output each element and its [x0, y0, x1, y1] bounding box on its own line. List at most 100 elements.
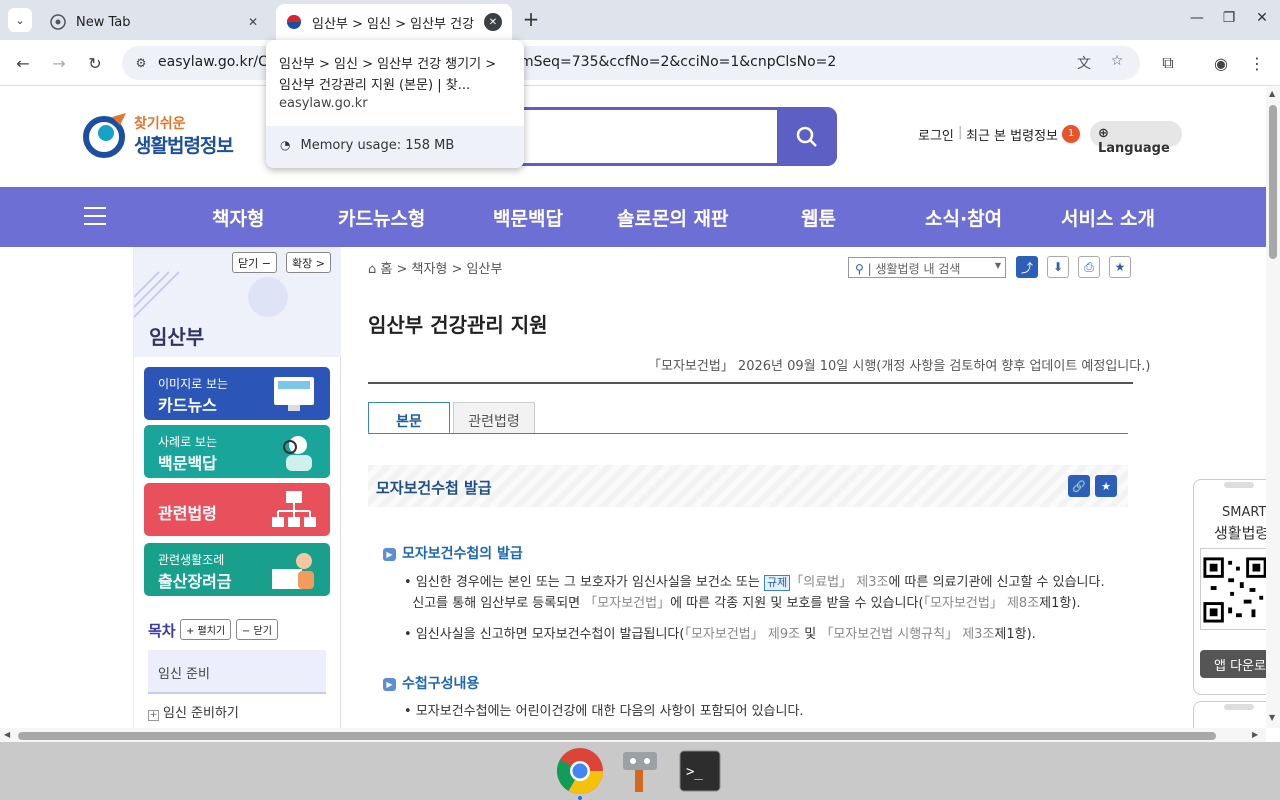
- regulation-tag[interactable]: 규제: [763, 575, 791, 591]
- menu-kebab-icon[interactable]: ⋮: [1244, 50, 1270, 76]
- bullet-arrow-icon: ▶: [383, 678, 396, 691]
- minimize-icon[interactable]: —: [1185, 10, 1209, 26]
- logo-subtitle: 찾기쉬운: [134, 116, 186, 132]
- card-cardnews[interactable]: 이미지로 보는 카드뉴스: [144, 367, 330, 420]
- tab-new-tab[interactable]: New Tab ✕: [40, 4, 272, 40]
- site-logo[interactable]: 찾기쉬운 생활법령정보: [82, 109, 242, 161]
- back-icon[interactable]: ←: [10, 50, 36, 76]
- smart-app-panel: SMART 생활법령 앱 다운로드: [1193, 479, 1266, 695]
- globe-icon: ⊕: [1098, 126, 1109, 141]
- translate-icon[interactable]: 文: [1074, 53, 1094, 73]
- tab-title: 임산부 > 임신 > 임산부 건강: [312, 16, 475, 32]
- new-tab-plus-icon[interactable]: +: [520, 9, 542, 31]
- breadcrumb: ⌂ 홈 > 책자형 > 임산부: [368, 258, 502, 277]
- person-magnifier-icon: [283, 436, 312, 471]
- language-button[interactable]: ⊕ Language: [1090, 121, 1182, 156]
- card-subtitle: 이미지로 보는: [158, 377, 229, 391]
- home-icon[interactable]: ⌂: [368, 262, 380, 277]
- scroll-left-icon[interactable]: ◀: [4, 730, 10, 739]
- dropdown-arrow-icon: ▼: [994, 261, 1001, 270]
- share-icon[interactable]: ⤴: [1016, 256, 1038, 278]
- toc-subitem[interactable]: + 임신 준비하기: [148, 702, 239, 721]
- terminal-icon[interactable]: >_: [675, 746, 725, 796]
- toc-expand-button[interactable]: + 펼치기: [180, 619, 232, 640]
- memory-icon: ◔: [280, 138, 291, 152]
- nav-item-cardnews[interactable]: 카드뉴스형: [338, 204, 425, 231]
- close-tab-icon[interactable]: ✕: [244, 13, 262, 31]
- nav-item-news[interactable]: 소식·참여: [925, 204, 1002, 231]
- law-link[interactable]: 「모자보건법」 제8조: [924, 596, 1040, 611]
- nav-item-booklet[interactable]: 책자형: [212, 204, 264, 231]
- scroll-down-icon[interactable]: ▼: [1269, 713, 1275, 722]
- taskbar: >_: [0, 742, 1280, 800]
- card-qna[interactable]: 사례로 보는 백문백답: [144, 425, 330, 478]
- law-link[interactable]: 「모자보건법」: [584, 596, 670, 611]
- search-select-label: | 생활법령 내 검색: [867, 262, 961, 276]
- toc-collapse-button[interactable]: − 닫기: [236, 619, 278, 640]
- vertical-scroll-thumb[interactable]: [1269, 105, 1277, 259]
- tab-main-text[interactable]: 본문: [368, 402, 450, 434]
- in-law-search-select[interactable]: ⚲ | 생활법령 내 검색 ▼: [848, 257, 1006, 278]
- section-title: 모자보건수첩 발급: [376, 479, 492, 497]
- section-favorite-icon[interactable]: ★: [1095, 475, 1117, 497]
- chrome-app-icon[interactable]: [555, 746, 605, 796]
- login-link[interactable]: 로그인: [918, 125, 954, 144]
- law-link[interactable]: 「모자보건법」 제9조: [684, 627, 800, 642]
- print-icon[interactable]: ⎙: [1078, 256, 1100, 278]
- card-ordinance[interactable]: 관련생활조례 출산장려금: [144, 543, 330, 596]
- profile-icon[interactable]: ◉: [1208, 50, 1234, 76]
- app-download-button[interactable]: 앱 다운로드: [1200, 650, 1266, 678]
- dot-pattern-icon: [248, 277, 288, 317]
- close-window-icon[interactable]: ✕: [1250, 10, 1274, 26]
- reload-icon[interactable]: ↻: [82, 50, 108, 76]
- bookmark-star-icon[interactable]: ☆: [1107, 53, 1127, 73]
- extensions-icon[interactable]: ⧉: [1155, 50, 1181, 76]
- scroll-up-icon[interactable]: ▲: [1269, 89, 1275, 98]
- recent-laws-link[interactable]: 최근 본 법령정보: [966, 125, 1058, 144]
- divider: |: [958, 125, 963, 140]
- smart-label: SMART: [1222, 505, 1266, 520]
- nav-item-webtoon[interactable]: 웹툰: [801, 204, 836, 231]
- sidebar-title: 임산부: [149, 325, 205, 349]
- card-title: 출산장려금: [158, 572, 232, 591]
- tab-related-laws[interactable]: 관련법령: [453, 402, 535, 434]
- paragraph: • 임신사실을 신고하면 모자보건수첩이 발급됩니다(「모자보건법」 제9조 및…: [404, 627, 1036, 642]
- forward-icon[interactable]: →: [46, 50, 72, 76]
- toc-item[interactable]: 임신 준비: [148, 650, 326, 694]
- org-chart-icon: [272, 491, 316, 527]
- hamburger-menu-icon[interactable]: [84, 207, 106, 225]
- browser-tab-strip: ⌄ New Tab ✕ 임산부 > 임신 > 임산부 건강 ✕ + — ❐ ✕: [0, 0, 1280, 40]
- site-search-button[interactable]: [777, 107, 837, 166]
- link-copy-icon[interactable]: 🔗: [1068, 475, 1090, 497]
- law-link[interactable]: 「의료법」 제3조: [790, 575, 888, 590]
- system-tool-icon[interactable]: [615, 746, 665, 796]
- tabs-underline: [368, 433, 1128, 434]
- monitor-news-icon: [274, 377, 314, 411]
- nav-item-about[interactable]: 서비스 소개: [1061, 204, 1155, 231]
- breadcrumb-text[interactable]: 홈 > 책자형 > 임산부: [380, 262, 502, 277]
- smart-label-2: 생활법령: [1214, 524, 1266, 542]
- restore-icon[interactable]: ❐: [1217, 10, 1241, 26]
- card-subtitle: 관련생활조례: [158, 553, 225, 567]
- vertical-scrollbar[interactable]: ▲ ▼: [1266, 87, 1280, 728]
- main-nav: 책자형 카드뉴스형 백문백답 솔로몬의 재판 웹툰 소식·참여 서비스 소개: [0, 187, 1266, 247]
- horizontal-scroll-thumb[interactable]: [18, 732, 1216, 740]
- sidebar-expand-button[interactable]: 확장 >: [286, 252, 331, 273]
- nav-item-qna[interactable]: 백문백답: [493, 204, 563, 231]
- memory-usage-text: Memory usage: 158 MB: [300, 138, 455, 153]
- scroll-right-icon[interactable]: ▶: [1252, 730, 1258, 739]
- close-tab-icon[interactable]: ✕: [484, 13, 502, 31]
- tab-search-dropdown-icon[interactable]: ⌄: [8, 8, 32, 32]
- favorite-star-icon[interactable]: ★: [1109, 256, 1131, 278]
- hover-card-title: 임산부 > 임신 > 임산부 건강 챙기기 > 임산부 건강관리 지원 (본문)…: [279, 57, 497, 93]
- tab-easylaw[interactable]: 임산부 > 임신 > 임산부 건강 ✕: [276, 4, 512, 40]
- law-link[interactable]: 「모자보건법 시행규칙」 제3조: [820, 627, 994, 642]
- card-related-laws[interactable]: 관련법령: [144, 483, 330, 536]
- paragraph: • 모자보건수첩에는 어린이건강에 대한 다음의 사항이 포함되어 있습니다.: [404, 704, 804, 719]
- download-icon[interactable]: ⬇: [1047, 256, 1069, 278]
- woman-document-icon: [272, 553, 314, 589]
- nav-item-solomon[interactable]: 솔로몬의 재판: [617, 204, 729, 231]
- site-info-icon[interactable]: ⚙: [130, 52, 152, 74]
- horizontal-scrollbar[interactable]: ◀ ▶: [0, 728, 1266, 742]
- sidebar-close-button[interactable]: 닫기 −: [232, 252, 277, 273]
